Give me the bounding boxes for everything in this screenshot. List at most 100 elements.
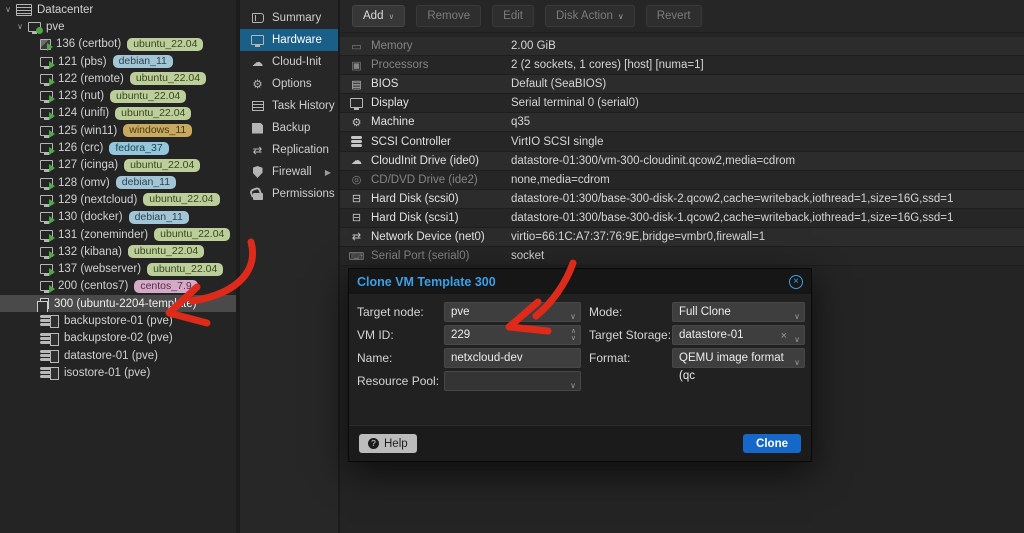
button-label: Revert [657, 10, 691, 22]
dialog-body: Target node:pve∨VM ID:229∧ ∨Name:netxclo… [349, 294, 811, 427]
menu-item-replication[interactable]: ⇄Replication [240, 139, 338, 161]
name-field[interactable]: netxcloud-dev [444, 348, 581, 368]
server-icon [16, 4, 32, 16]
tree-item-vm[interactable]: 124 (unifi)ubuntu_22.04 [0, 105, 236, 122]
hardware-row[interactable]: ☁CloudInit Drive (ide0)datastore-01:300/… [340, 152, 1024, 171]
hardware-row[interactable]: SCSI ControllerVirtIO SCSI single [340, 132, 1024, 151]
os-tag: ubuntu_22.04 [130, 72, 206, 85]
vm-icon [40, 264, 53, 274]
hardware-row[interactable]: DisplaySerial terminal 0 (serial0) [340, 94, 1024, 113]
hardware-row[interactable]: ⇄Network Device (net0)virtio=66:1C:A7:37… [340, 228, 1024, 247]
os-tag: ubuntu_22.04 [147, 263, 223, 276]
vm-icon [40, 160, 53, 170]
hardware-row-value: Default (SeaBIOS) [511, 78, 606, 90]
memory-icon: ▭ [351, 40, 361, 53]
tree-item-container[interactable]: 136 (certbot)ubuntu_22.04 [0, 36, 236, 53]
vm-id-field[interactable]: 229∧ ∨ [444, 325, 581, 345]
mode-field[interactable]: Full Clone∨ [672, 302, 805, 322]
network-icon: ⇄ [352, 230, 361, 243]
hardware-row[interactable]: ▤BIOSDefault (SeaBIOS) [340, 75, 1024, 94]
tree-item-vm[interactable]: 200 (centos7)centos_7.9 [0, 278, 236, 295]
disk-action-button[interactable]: Disk Action∨ [545, 5, 635, 27]
tree-item-vm[interactable]: 132 (kibana)ubuntu_22.04 [0, 243, 236, 260]
menu-item-options[interactable]: ⚙Options [240, 73, 338, 95]
cloudinit-icon: ☁ [351, 154, 362, 167]
tree-item-label: 132 (kibana) [58, 246, 122, 258]
tree-item-storage[interactable]: datastore-01 (pve) [0, 347, 236, 364]
menu-item-summary[interactable]: Summary [240, 7, 338, 29]
menu-item-cloud-init[interactable]: ☁Cloud-Init [240, 51, 338, 73]
submenu-arrow-icon: ▶ [325, 168, 331, 177]
tree-item-vm[interactable]: 127 (icinga)ubuntu_22.04 [0, 157, 236, 174]
tree-item-label: 300 (ubuntu-2204-template) [54, 298, 197, 310]
button-label: Remove [427, 10, 470, 22]
tree-item-node[interactable]: ∨pve [0, 18, 236, 35]
dialog-field-row: VM ID:229∧ ∨ [357, 325, 581, 345]
vm-icon [40, 74, 53, 84]
hardware-row[interactable]: ◎CD/DVD Drive (ide2)none,media=cdrom [340, 171, 1024, 190]
target-storage-field[interactable]: datastore-01×∨ [672, 325, 805, 345]
menu-item-label: Backup [272, 122, 310, 134]
menu-item-firewall[interactable]: Firewall ▶ [240, 161, 338, 183]
menu-item-hardware[interactable]: Hardware [240, 29, 338, 51]
close-icon[interactable]: × [789, 275, 803, 289]
resource-pool-field[interactable]: ∨ [444, 371, 581, 391]
help-button[interactable]: ? Help [359, 434, 417, 453]
tree-item-storage[interactable]: backupstore-01 (pve) [0, 312, 236, 329]
button-label: Add [363, 10, 383, 22]
hardware-row[interactable]: ⌨Serial Port (serial0)socket [340, 247, 1024, 266]
revert-button[interactable]: Revert [646, 5, 702, 27]
book-icon [252, 13, 264, 23]
field-label: Format: [589, 351, 672, 365]
tree-item-vm[interactable]: 121 (pbs)debian_11 [0, 53, 236, 70]
dialog-title: Clone VM Template 300 [357, 275, 789, 289]
menu-item-label: Firewall [272, 166, 312, 178]
tree-item-vm[interactable]: 126 (crc)fedora_37 [0, 139, 236, 156]
field-label: Mode: [589, 305, 672, 319]
menu-item-task-history[interactable]: Task History [240, 95, 338, 117]
menu-item-backup[interactable]: Backup [240, 117, 338, 139]
chevron-down-icon: ∨ [618, 12, 624, 21]
floppy-icon [252, 123, 263, 134]
dialog-header[interactable]: Clone VM Template 300 × [349, 269, 811, 294]
cloud-icon: ☁ [252, 55, 264, 69]
serial-icon: ⌨ [349, 250, 365, 263]
tree-item-vm[interactable]: 125 (win11)windows_11 [0, 122, 236, 139]
tree-item-vm[interactable]: 137 (webserver)ubuntu_22.04 [0, 260, 236, 277]
format-field[interactable]: QEMU image format (qc∨ [672, 348, 805, 368]
hardware-row[interactable]: ⚙Machineq35 [340, 113, 1024, 132]
tree-item-datacenter[interactable]: ∨Datacenter [0, 1, 236, 18]
tree-item-vm[interactable]: 123 (nut)ubuntu_22.04 [0, 87, 236, 104]
dialog-field-row: Name:netxcloud-dev [357, 348, 581, 368]
tree-item-label: backupstore-01 (pve) [64, 315, 173, 327]
tree-item-vm[interactable]: 122 (remote)ubuntu_22.04 [0, 70, 236, 87]
hardware-row-label: CD/DVD Drive (ide2) [371, 174, 511, 186]
hardware-row-label: Memory [371, 40, 511, 52]
dialog-fields-right: Mode:Full Clone∨Target Storage:datastore… [589, 302, 805, 371]
tree-item-label: 123 (nut) [58, 90, 104, 102]
tree-item-template[interactable]: 300 (ubuntu-2204-template) [0, 295, 236, 312]
target-node-field[interactable]: pve∨ [444, 302, 581, 322]
tree-item-vm[interactable]: 128 (omv)debian_11 [0, 174, 236, 191]
tree-item-storage[interactable]: isostore-01 (pve) [0, 364, 236, 381]
field-label: Name: [357, 351, 444, 365]
hardware-row[interactable]: ⊟Hard Disk (scsi0)datastore-01:300/base-… [340, 190, 1024, 209]
field-value: Full Clone [679, 306, 731, 318]
hardware-row[interactable]: ⊟Hard Disk (scsi1)datastore-01:300/base-… [340, 209, 1024, 228]
add-button[interactable]: Add∨ [352, 5, 405, 27]
tree-item-vm[interactable]: 129 (nextcloud)ubuntu_22.04 [0, 191, 236, 208]
hardware-row[interactable]: ▭Memory2.00 GiB [340, 37, 1024, 56]
resource-tree: ∨Datacenter∨pve136 (certbot)ubuntu_22.04… [0, 0, 236, 533]
tree-item-storage[interactable]: backupstore-02 (pve) [0, 330, 236, 347]
menu-item-label: Permissions [272, 188, 335, 200]
menu-item-permissions[interactable]: Permissions [240, 183, 338, 205]
expander-caret-icon: ∨ [14, 22, 26, 31]
edit-button[interactable]: Edit [492, 5, 534, 27]
vm-icon [40, 281, 53, 291]
clone-button[interactable]: Clone [743, 434, 801, 453]
hardware-row[interactable]: ▣Processors2 (2 sockets, 1 cores) [host]… [340, 56, 1024, 75]
tree-item-vm[interactable]: 130 (docker)debian_11 [0, 209, 236, 226]
tree-item-vm[interactable]: 131 (zoneminder)ubuntu_22.04 [0, 226, 236, 243]
remove-button[interactable]: Remove [416, 5, 481, 27]
vm-icon [40, 108, 53, 118]
